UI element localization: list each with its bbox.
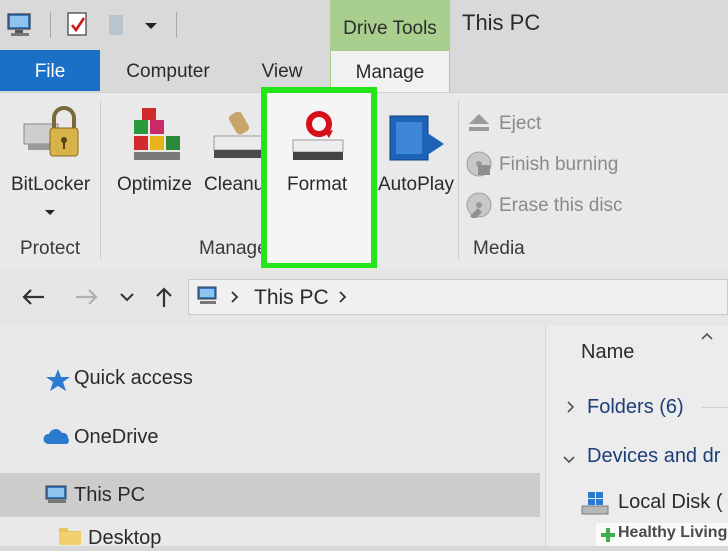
group-label-protect: Protect [20, 238, 81, 259]
erase-disc-icon [466, 192, 492, 223]
disk-cleanup-icon[interactable] [210, 111, 266, 167]
autoplay-icon[interactable] [388, 114, 446, 171]
properties-icon[interactable] [66, 11, 90, 44]
chevron-right-icon[interactable] [338, 290, 348, 309]
cleanup-button[interactable]: Cleanu [204, 174, 264, 196]
eject-icon [467, 112, 491, 139]
up-arrow-icon[interactable] [154, 285, 174, 314]
separator [100, 100, 101, 260]
autoplay-button[interactable]: AutoPlay [378, 174, 454, 196]
group-label-media: Media [473, 238, 525, 259]
cloud-icon [42, 428, 72, 451]
finish-burning-icon [466, 151, 492, 182]
chevron-right-icon[interactable] [230, 290, 240, 309]
optimize-button[interactable]: Optimize [117, 174, 192, 196]
nav-onedrive[interactable]: OneDrive [74, 426, 158, 449]
erase-disc-button[interactable]: Erase this disc [499, 195, 623, 217]
column-header-name[interactable]: Name [581, 341, 634, 364]
separator [458, 100, 459, 260]
chevron-down-icon[interactable] [144, 18, 158, 36]
format-button[interactable]: Format [287, 174, 347, 196]
nav-quick-access[interactable]: Quick access [74, 367, 193, 390]
nav-this-pc[interactable]: This PC [74, 484, 145, 507]
separator [176, 12, 177, 38]
recent-locations-icon[interactable] [119, 291, 135, 309]
windows-drive-icon [580, 490, 610, 521]
drive-tools-tab-group: Drive Tools [330, 0, 450, 50]
group-divider [702, 407, 728, 408]
finish-burning-button[interactable]: Finish burning [499, 154, 618, 176]
folder-icon [58, 525, 82, 551]
forward-arrow-icon[interactable] [74, 288, 100, 311]
tab-computer[interactable]: Computer [116, 50, 220, 91]
bitlocker-icon[interactable] [20, 104, 84, 171]
group-label-manage: Manage [199, 238, 268, 259]
bitlocker-button[interactable]: BitLocker [11, 174, 90, 196]
optimize-icon[interactable] [130, 108, 186, 169]
chevron-up-icon[interactable] [700, 328, 714, 346]
watermark-text: Healthy Living [618, 524, 728, 541]
computer-icon [44, 484, 70, 511]
tab-file[interactable]: File [0, 50, 100, 91]
separator [50, 12, 51, 38]
star-icon [45, 368, 71, 397]
computer-icon [196, 285, 220, 312]
breadcrumb-this-pc[interactable]: This PC [254, 286, 329, 310]
group-devices-and-drives[interactable]: Devices and dr [587, 445, 720, 468]
eject-button[interactable]: Eject [499, 113, 541, 135]
new-folder-icon[interactable] [106, 12, 126, 43]
tab-view[interactable]: View [250, 50, 314, 91]
leaf-logo-icon [600, 527, 616, 548]
chevron-down-icon[interactable] [562, 452, 576, 470]
window-title: This PC [462, 10, 541, 35]
format-icon[interactable] [289, 108, 349, 167]
chevron-down-icon[interactable] [45, 204, 55, 222]
drive-tools-label: Drive Tools [343, 18, 437, 39]
nav-desktop[interactable]: Desktop [88, 527, 161, 550]
drive-local-disk[interactable]: Local Disk ( [618, 491, 722, 514]
computer-icon[interactable] [6, 12, 34, 43]
chevron-right-icon[interactable] [566, 400, 576, 419]
back-arrow-icon[interactable] [20, 288, 46, 311]
group-folders[interactable]: Folders (6) [587, 396, 684, 419]
